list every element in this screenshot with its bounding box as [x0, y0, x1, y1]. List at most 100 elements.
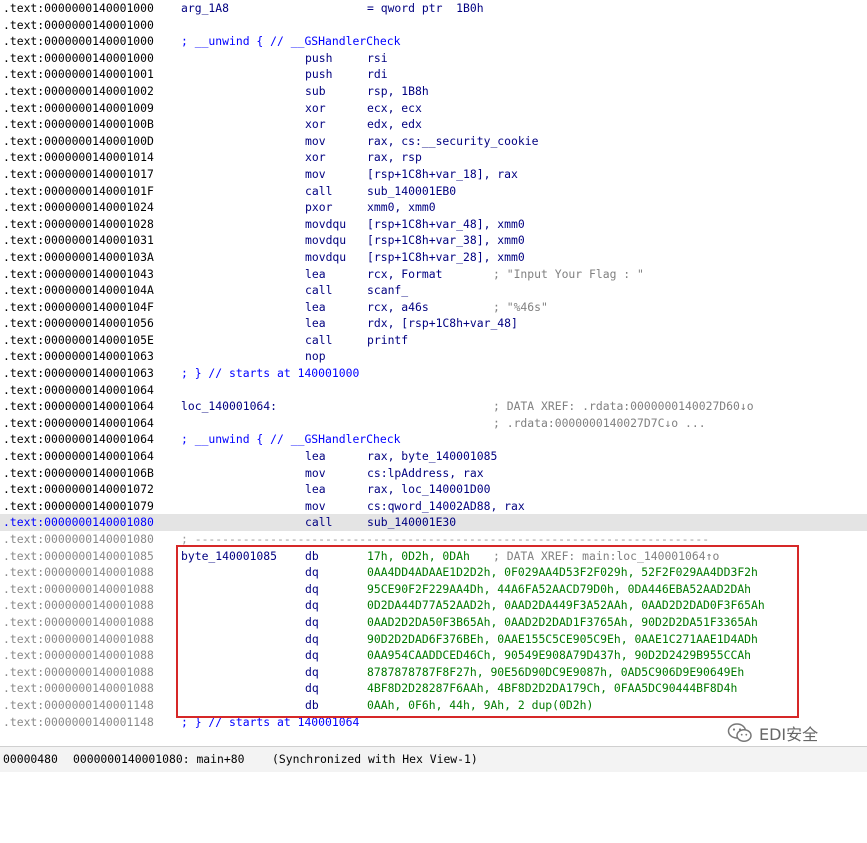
listing-line[interactable]: .text:0000000140001063 ; } // starts at 1…	[0, 365, 867, 382]
listing-line[interactable]: .text:000000014000105E call printf	[0, 332, 867, 349]
mnemonic: call	[305, 283, 333, 298]
mnemonic: dq	[305, 598, 319, 613]
status-sync: (Synchronized with Hex View-1)	[272, 752, 478, 766]
mnemonic: dq	[305, 581, 319, 596]
listing-line[interactable]: .text:0000000140001063 nop	[0, 348, 867, 365]
mnemonic: xor	[305, 100, 326, 115]
listing-line[interactable]: .text:0000000140001088 dq 8787878787F8F27h…	[0, 664, 867, 681]
listing-line[interactable]: .text:0000000140001056 lea rdx, [rsp+1C8h+…	[0, 315, 867, 332]
listing-line[interactable]: .text:0000000140001079 mov cs:qword_14002A…	[0, 498, 867, 515]
listing-line[interactable]: .text:000000014000104A call scanf_	[0, 282, 867, 299]
disassembly-listing[interactable]: .text:0000000140001000 arg_1A8 = qword ptr…	[0, 0, 867, 742]
operands: = qword ptr 1B0h	[367, 1, 484, 15]
operands: cs:qword_14002AD88, rax	[367, 498, 525, 513]
address: .text:0000000140001014	[3, 150, 154, 165]
listing-line[interactable]: .text:0000000140001031 movdqu [rsp+1C8h+va…	[0, 232, 867, 249]
mnemonic: dq	[305, 614, 319, 629]
note: ; } // starts at 140001000	[181, 366, 360, 381]
mnemonic: db	[305, 548, 319, 563]
mnemonic: call	[305, 183, 333, 198]
listing-line[interactable]: .text:000000014000100D mov rax, cs:__secur…	[0, 133, 867, 150]
watermark: EDI安全	[727, 720, 818, 746]
listing-line[interactable]: .text:0000000140001085 byte_140001085 db 17…	[0, 548, 867, 565]
listing-line[interactable]: .text:0000000140001009 xor ecx, ecx	[0, 100, 867, 117]
listing-line[interactable]: .text:0000000140001080 ; ----------------…	[0, 531, 867, 548]
operands: 90D2D2DAD6F376BEh, 0AAE155C5CE905C9Eh, 0…	[367, 631, 758, 646]
listing-line[interactable]: .text:0000000140001064 ; __unwind { // __…	[0, 431, 867, 448]
operands: cs:lpAddress, rax	[367, 465, 484, 480]
mnemonic: dq	[305, 631, 319, 646]
mnemonic: mov	[305, 498, 326, 513]
address: .text:0000000140001064	[3, 432, 154, 447]
label: arg_1A8	[181, 1, 230, 15]
mnemonic: push	[305, 50, 333, 65]
listing-line[interactable]: .text:0000000140001064 lea rax, byte_14000…	[0, 448, 867, 465]
label: loc_140001064:	[181, 399, 278, 414]
address: .text:000000014000104F	[3, 299, 154, 314]
address: .text:0000000140001088	[3, 664, 154, 679]
listing-line[interactable]: .text:0000000140001024 pxor xmm0, xmm0	[0, 199, 867, 216]
listing-line[interactable]: .text:0000000140001000 ; __unwind { // __…	[0, 33, 867, 50]
operands: rax, cs:__security_cookie	[367, 133, 539, 148]
address: .text:0000000140001148	[3, 714, 154, 729]
listing-line[interactable]: .text:0000000140001064 loc_140001064: ; DA…	[0, 398, 867, 415]
status-offset: 00000480	[3, 752, 58, 766]
address: .text:0000000140001063	[3, 349, 154, 364]
mnemonic: movdqu	[305, 233, 347, 248]
listing-line[interactable]: .text:0000000140001001 push rdi	[0, 66, 867, 83]
listing-line[interactable]: .text:000000014000101F call sub_140001EB0	[0, 183, 867, 200]
address: .text:000000014000100B	[3, 117, 154, 132]
listing-line[interactable]: .text:000000014000103A movdqu [rsp+1C8h+va…	[0, 249, 867, 266]
listing-line[interactable]: .text:0000000140001088 dq 95CE90F2F229AA4D…	[0, 581, 867, 598]
operands: sub_140001E30	[367, 515, 457, 530]
listing-line[interactable]: .text:0000000140001064 ; .rdata:000000014…	[0, 415, 867, 432]
address: .text:0000000140001043	[3, 266, 154, 281]
mnemonic: lea	[305, 449, 326, 464]
listing-line[interactable]: .text:000000014000104F lea rcx, a46s ; "%46…	[0, 299, 867, 316]
listing-line[interactable]: .text:0000000140001017 mov [rsp+1C8h+var_1…	[0, 166, 867, 183]
listing-line[interactable]: .text:0000000140001088 dq 4BF8D2D28287F6AA…	[0, 680, 867, 697]
address: .text:0000000140001009	[3, 100, 154, 115]
listing-line[interactable]: .text:0000000140001064	[0, 382, 867, 399]
mnemonic: mov	[305, 166, 326, 181]
mnemonic: db	[305, 697, 319, 712]
address: .text:0000000140001085	[3, 548, 154, 563]
listing-line[interactable]: .text:0000000140001014 xor rax, rsp	[0, 149, 867, 166]
listing-line[interactable]: .text:0000000140001028 movdqu [rsp+1C8h+va…	[0, 216, 867, 233]
address: .text:0000000140001088	[3, 648, 154, 663]
listing-line[interactable]: .text:0000000140001000	[0, 17, 867, 34]
mnemonic: mov	[305, 465, 326, 480]
listing-line[interactable]: .text:0000000140001043 lea rcx, Format ; "I…	[0, 266, 867, 283]
mnemonic: lea	[305, 316, 326, 331]
listing-line[interactable]: .text:0000000140001088 dq 0AAD2D2DA50F3B65…	[0, 614, 867, 631]
listing-line[interactable]: .text:000000014000106B mov cs:lpAddress, r…	[0, 465, 867, 482]
operands: rax, rsp	[367, 150, 422, 165]
listing-line[interactable]: .text:000000014000100B xor edx, edx	[0, 116, 867, 133]
address: .text:0000000140001002	[3, 83, 154, 98]
listing-line[interactable]: .text:0000000140001072 lea rax, loc_140001…	[0, 481, 867, 498]
comment: ; "Input Your Flag : "	[493, 266, 644, 281]
listing-line[interactable]: .text:0000000140001080 call sub_140001E30	[0, 514, 867, 531]
listing-line[interactable]: .text:0000000140001088 dq 0AA4DD4ADAAE1D2D…	[0, 564, 867, 581]
note: ; __unwind { // __GSHandlerCheck	[181, 34, 401, 49]
listing-line[interactable]: .text:0000000140001088 dq 0AA954CAADDCED46…	[0, 647, 867, 664]
operands: rsp, 1B8h	[367, 83, 429, 98]
mnemonic: mov	[305, 133, 326, 148]
operands: 17h, 0D2h, 0DAh	[367, 548, 470, 563]
listing-line[interactable]: .text:0000000140001000 arg_1A8 = qword ptr…	[0, 0, 867, 17]
comment: ; DATA XREF: main:loc_140001064↑o	[493, 548, 720, 563]
listing-line[interactable]: .text:0000000140001088 dq 90D2D2DAD6F376BE…	[0, 631, 867, 648]
listing-line[interactable]: .text:0000000140001002 sub rsp, 1B8h	[0, 83, 867, 100]
mnemonic: movdqu	[305, 249, 347, 264]
operands: printf	[367, 332, 409, 347]
operands: 0AA4DD4ADAAE1D2D2h, 0F029AA4D53F2F029h, …	[367, 565, 758, 580]
operands: rdx, [rsp+1C8h+var_48]	[367, 316, 518, 331]
operands: scanf_	[367, 283, 409, 298]
mnemonic: xor	[305, 117, 326, 132]
listing-line[interactable]: .text:0000000140001000 push rsi	[0, 50, 867, 67]
mnemonic: push	[305, 67, 333, 82]
operands: sub_140001EB0	[367, 183, 457, 198]
listing-line[interactable]: .text:0000000140001088 dq 0D2DA44D77A52AAD…	[0, 597, 867, 614]
listing-line[interactable]: .text:0000000140001148 db 0AAh, 0F6h, 44h,…	[0, 697, 867, 714]
comment: ; DATA XREF: .rdata:0000000140027D60↓o	[493, 399, 754, 414]
